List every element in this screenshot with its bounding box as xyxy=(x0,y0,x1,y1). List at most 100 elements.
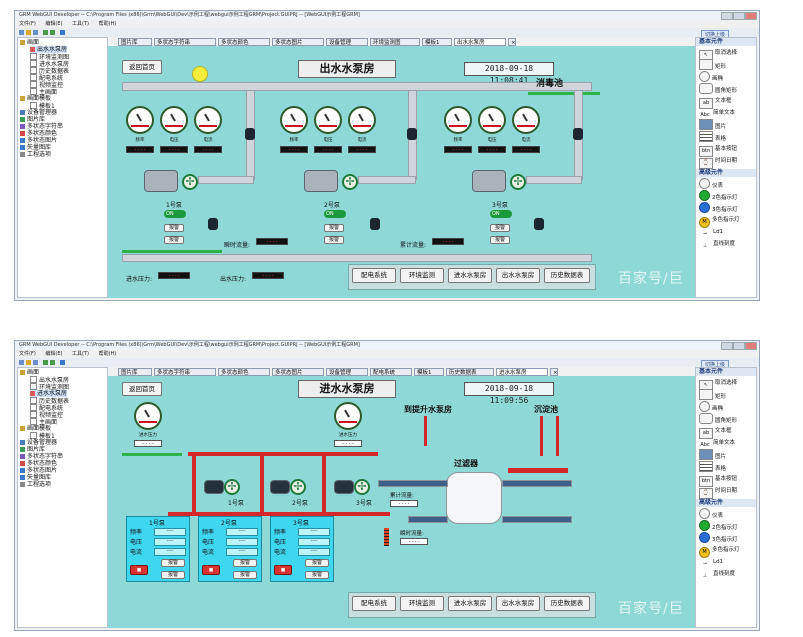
tab-ms-string[interactable]: 多状态字符串 xyxy=(154,38,216,46)
tree-item-devices[interactable]: 设备管理器 xyxy=(20,109,57,116)
menu-file[interactable]: 文件(F) xyxy=(19,351,36,357)
menu-edit[interactable]: 编辑(E) xyxy=(45,351,62,357)
tree-item-images[interactable]: 图片库 xyxy=(20,446,45,453)
palette-item-ld1[interactable]: ⊸ Ld1 xyxy=(699,556,754,568)
palette-item-table[interactable]: 表格 xyxy=(699,461,754,473)
palette-item-textbox[interactable]: ab 文本框 xyxy=(699,425,754,439)
open-icon[interactable] xyxy=(26,360,31,365)
back-home-button[interactable]: 返回首页 xyxy=(122,382,162,396)
run-icon[interactable] xyxy=(60,360,65,365)
valve-icon[interactable] xyxy=(370,218,380,230)
tree-item-screens[interactable]: 画面 xyxy=(20,39,39,46)
alarm-button[interactable]: 报警 xyxy=(324,236,344,244)
palette-item-scale[interactable]: ⊥ 直线刻度 xyxy=(699,238,754,250)
tree-item-templates[interactable]: 画面模板 xyxy=(20,425,51,432)
palette-item-textbox[interactable]: ab 文本框 xyxy=(699,95,754,109)
nav-outlet-button[interactable]: 出水水泵房 xyxy=(496,268,540,283)
palette-item-text[interactable]: Abc 简单文本 xyxy=(699,107,754,119)
tree-item-devices[interactable]: 设备管理器 xyxy=(20,439,57,446)
palette-item-button[interactable]: btn 基本按钮 xyxy=(699,473,754,487)
tree-item-ms-image[interactable]: 多状态图片 xyxy=(20,467,57,474)
valve-icon[interactable] xyxy=(573,128,583,140)
redo-icon[interactable] xyxy=(50,360,55,365)
palette-item-image[interactable]: 图片 xyxy=(699,449,754,461)
palette-item-roundrect[interactable]: 圆角矩形 xyxy=(699,83,754,95)
tree-item-screens[interactable]: 画面 xyxy=(20,369,39,376)
alarm-button[interactable]: 报警 xyxy=(233,571,257,579)
tab-ms-image[interactable]: 多状态图片 xyxy=(272,368,324,376)
undo-icon[interactable] xyxy=(43,360,48,365)
tab-outlet[interactable]: 出水水泵房 xyxy=(454,38,506,46)
tree-item-ms-string[interactable]: 多状态字符串 xyxy=(20,123,63,130)
save-icon[interactable] xyxy=(33,360,38,365)
valve-icon[interactable] xyxy=(245,128,255,140)
alarm-button[interactable]: 报警 xyxy=(164,224,184,232)
palette-item-lamp3[interactable]: 3色指示灯 xyxy=(699,532,754,544)
palette-item-button[interactable]: btn 基本按钮 xyxy=(699,143,754,157)
minimize-button[interactable] xyxy=(721,12,733,20)
nav-power-button[interactable]: 配电系统 xyxy=(352,268,396,283)
tree-item-outlet[interactable]: 出水水泵房 xyxy=(30,46,68,53)
design-canvas[interactable]: 返回首页 出水水泵房 2018-09-18 11:08:41 消毒池 频率 电压… xyxy=(108,46,698,298)
menu-file[interactable]: 文件(F) xyxy=(19,21,36,27)
tab-devices[interactable]: 设备管理 xyxy=(326,38,368,46)
palette-item-image[interactable]: 图片 xyxy=(699,119,754,131)
nav-history-button[interactable]: 历史数据表 xyxy=(544,596,590,611)
menu-help[interactable]: 帮助(H) xyxy=(99,21,117,27)
tab-inlet[interactable]: 进水水泵房 xyxy=(496,368,548,376)
pump-toggle[interactable]: ON xyxy=(164,210,186,218)
tab-ms-string[interactable]: 多状态字符串 xyxy=(154,368,216,376)
palette-item-lamp3[interactable]: 3色指示灯 xyxy=(699,202,754,214)
tree-item-ms-image[interactable]: 多状态图片 xyxy=(20,137,57,144)
maximize-button[interactable] xyxy=(733,12,745,20)
alarm-button[interactable]: 报警 xyxy=(490,236,510,244)
design-canvas[interactable]: 返回首页 进水水泵房 2018-09-18 11:09:56 到提升水泵房 沉淀… xyxy=(108,376,698,628)
menu-tools[interactable]: 工具(T) xyxy=(72,21,89,27)
palette-item-datetime[interactable]: ⌚ 时间日期 xyxy=(699,155,754,169)
palette-item-roundrect[interactable]: 圆角矩形 xyxy=(699,413,754,425)
palette-item-text[interactable]: Abc 简单文本 xyxy=(699,437,754,449)
alarm-button[interactable]: 报警 xyxy=(490,224,510,232)
palette-item-ld1[interactable]: ⊸ Ld1 xyxy=(699,226,754,238)
palette-item-lamp2[interactable]: 2色指示灯 xyxy=(699,190,754,202)
tab-images[interactable]: 图片库 xyxy=(118,368,152,376)
tree-item-images[interactable]: 图片库 xyxy=(20,116,45,123)
valve-icon[interactable] xyxy=(534,218,544,230)
tab-close-icon[interactable]: × xyxy=(508,38,516,46)
tab-ms-color[interactable]: 多状态颜色 xyxy=(218,368,270,376)
tree-item-templates[interactable]: 画面模板 xyxy=(20,95,51,102)
valve-icon[interactable] xyxy=(407,128,417,140)
menu-help[interactable]: 帮助(H) xyxy=(99,351,117,357)
tab-devices[interactable]: 设备管理 xyxy=(326,368,368,376)
back-home-button[interactable]: 返回首页 xyxy=(122,60,162,74)
close-button[interactable] xyxy=(745,342,757,350)
menu-edit[interactable]: 编辑(E) xyxy=(45,21,62,27)
tab-env[interactable]: 环境监测图 xyxy=(370,38,420,46)
nav-power-button[interactable]: 配电系统 xyxy=(352,596,396,611)
alarm-button[interactable]: 报警 xyxy=(164,236,184,244)
nav-outlet-button[interactable]: 出水水泵房 xyxy=(496,596,540,611)
tree-item-options[interactable]: 工程选项 xyxy=(20,151,51,158)
pump-start-button[interactable]: ■ xyxy=(274,565,292,575)
palette-item-rect[interactable]: 矩形 xyxy=(699,59,754,71)
menu-tools[interactable]: 工具(T) xyxy=(72,351,89,357)
alarm-button[interactable]: 报警 xyxy=(161,559,185,567)
tab-history[interactable]: 历史数据表 xyxy=(446,368,494,376)
close-button[interactable] xyxy=(745,12,757,20)
tab-power[interactable]: 配电系统 xyxy=(370,368,412,376)
tree-item-ms-color[interactable]: 多状态颜色 xyxy=(20,130,57,137)
new-icon[interactable] xyxy=(19,30,24,35)
palette-item-meter[interactable]: 仪表 xyxy=(699,508,754,520)
palette-item-meter[interactable]: 仪表 xyxy=(699,178,754,190)
tree-item-vector[interactable]: 矢量图库 xyxy=(20,474,51,481)
alarm-button[interactable]: 报警 xyxy=(161,571,185,579)
pump-start-button[interactable]: ■ xyxy=(130,565,148,575)
maximize-button[interactable] xyxy=(733,342,745,350)
palette-item-multilamp[interactable]: M 多色指示灯 xyxy=(699,544,754,558)
alarm-button[interactable]: 报警 xyxy=(305,559,329,567)
nav-history-button[interactable]: 历史数据表 xyxy=(544,268,590,283)
save-icon[interactable] xyxy=(33,30,38,35)
palette-item-scale[interactable]: ⊥ 直线刻度 xyxy=(699,568,754,580)
minimize-button[interactable] xyxy=(721,342,733,350)
tree-item-inlet[interactable]: 进水水泵房 xyxy=(30,390,68,397)
